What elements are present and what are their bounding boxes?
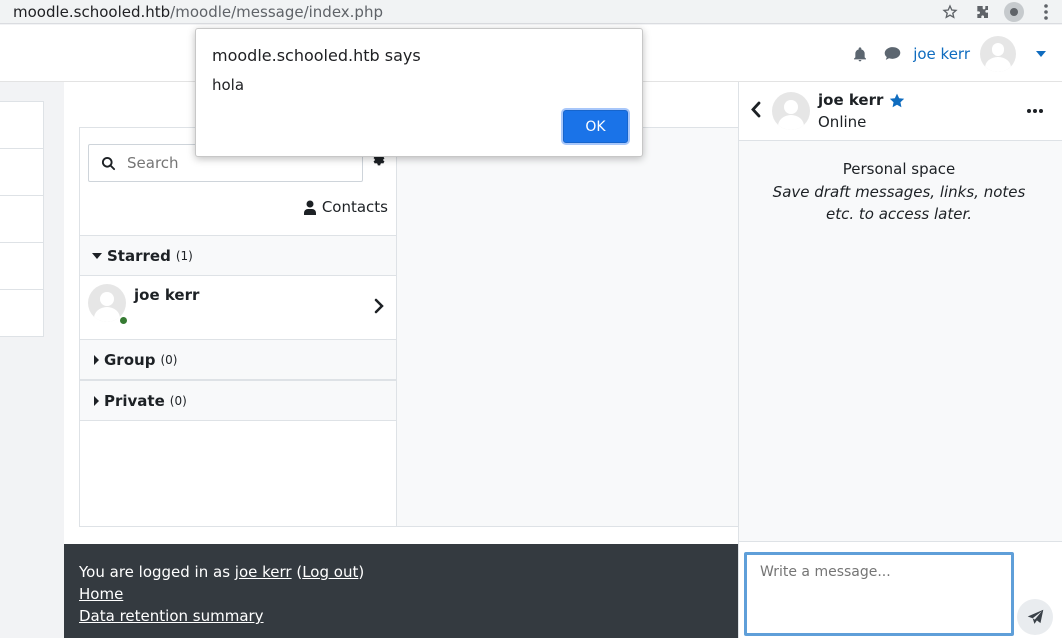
- section-starred-label: Starred: [107, 246, 171, 265]
- ok-button[interactable]: OK: [563, 110, 628, 143]
- address-url[interactable]: moodle.schooled.htb/moodle/message/index…: [13, 3, 383, 21]
- section-private-count: (0): [169, 393, 187, 408]
- browser-address-bar: moodle.schooled.htb/moodle/message/index…: [0, 0, 1062, 24]
- dialog-message: hola: [212, 76, 245, 94]
- data-retention-link[interactable]: Data retention summary: [79, 607, 264, 625]
- chevron-right-icon: [374, 298, 384, 318]
- back-chevron-icon[interactable]: [751, 101, 761, 122]
- browser-toolbar: [934, 0, 1062, 24]
- avatar: [772, 92, 810, 130]
- contact-status: Online: [818, 113, 867, 131]
- contacts-label: Contacts: [321, 198, 388, 216]
- logout-link[interactable]: Log out: [302, 563, 358, 581]
- contact-name: joe kerr: [134, 286, 200, 304]
- section-group-count: (0): [160, 352, 178, 367]
- messaging-overview: Contacts Starred (1) joe kerr Group (0) …: [80, 128, 397, 526]
- section-private[interactable]: Private (0): [80, 380, 396, 421]
- url-path: /moodle/message/index.php: [170, 2, 383, 21]
- navbar-user-name[interactable]: joe kerr: [913, 45, 970, 63]
- user-menu-chevron-down-icon[interactable]: [1036, 50, 1046, 57]
- left-nav-item[interactable]: [0, 290, 43, 337]
- alert-dialog: moodle.schooled.htb says hola OK: [195, 28, 643, 157]
- dialog-title: moodle.schooled.htb says: [212, 46, 421, 65]
- contacts-link[interactable]: Contacts: [303, 198, 388, 216]
- navbar-user-area: joe kerr: [849, 25, 1046, 82]
- conversation-contact-name: joe kerr: [818, 91, 905, 109]
- more-options-icon[interactable]: [1027, 109, 1043, 113]
- send-button[interactable]: [1017, 599, 1053, 635]
- home-link[interactable]: Home: [79, 585, 123, 603]
- section-starred[interactable]: Starred (1): [80, 235, 396, 276]
- drawer-header: joe kerr Online: [739, 82, 1062, 141]
- login-info: You are logged in as joe kerr (Log out): [79, 563, 365, 581]
- contact-name: joe kerr: [818, 91, 884, 109]
- browser-menu-icon[interactable]: [1030, 0, 1062, 24]
- left-nav-drawer: [0, 101, 44, 337]
- url-host: moodle.schooled.htb: [13, 2, 171, 21]
- caret-right-icon: [94, 395, 99, 406]
- search-icon[interactable]: [89, 156, 127, 171]
- messaging-panel: Contacts Starred (1) joe kerr Group (0) …: [79, 127, 740, 527]
- star-icon: [890, 93, 905, 107]
- section-starred-count: (1): [175, 248, 193, 263]
- online-status-dot: [119, 316, 128, 325]
- section-group[interactable]: Group (0): [80, 339, 396, 380]
- list-item[interactable]: joe kerr: [80, 276, 396, 339]
- left-nav-item[interactable]: [0, 243, 43, 290]
- user-icon: [303, 200, 316, 215]
- paper-plane-icon: [1027, 609, 1043, 624]
- extensions-puzzle-icon[interactable]: [966, 0, 998, 24]
- caret-right-icon: [94, 354, 99, 365]
- left-nav-item[interactable]: [0, 149, 43, 196]
- left-nav-item[interactable]: [0, 196, 43, 243]
- page-footer: You are logged in as joe kerr (Log out) …: [64, 544, 740, 638]
- message-input[interactable]: [744, 552, 1014, 636]
- personal-space-description: Save draft messages, links, notes etc. t…: [772, 183, 1026, 223]
- profile-icon[interactable]: [998, 0, 1030, 24]
- messages-bubble-icon[interactable]: [881, 43, 903, 65]
- message-composer: [739, 541, 1062, 638]
- section-private-label: Private: [104, 391, 165, 410]
- bookmark-star-icon[interactable]: [934, 0, 966, 24]
- logged-in-prefix: You are logged in as: [79, 563, 231, 581]
- navbar-avatar[interactable]: [980, 35, 1016, 72]
- left-nav-item[interactable]: [0, 102, 43, 149]
- conversation-area: [397, 128, 739, 526]
- notifications-bell-icon[interactable]: [849, 43, 871, 65]
- personal-space-title: Personal space: [842, 160, 956, 178]
- section-group-label: Group: [104, 350, 156, 369]
- footer-user-link[interactable]: joe kerr: [235, 563, 292, 581]
- message-drawer: joe kerr Online Personal space Save draf…: [738, 82, 1062, 638]
- caret-down-icon: [92, 252, 102, 259]
